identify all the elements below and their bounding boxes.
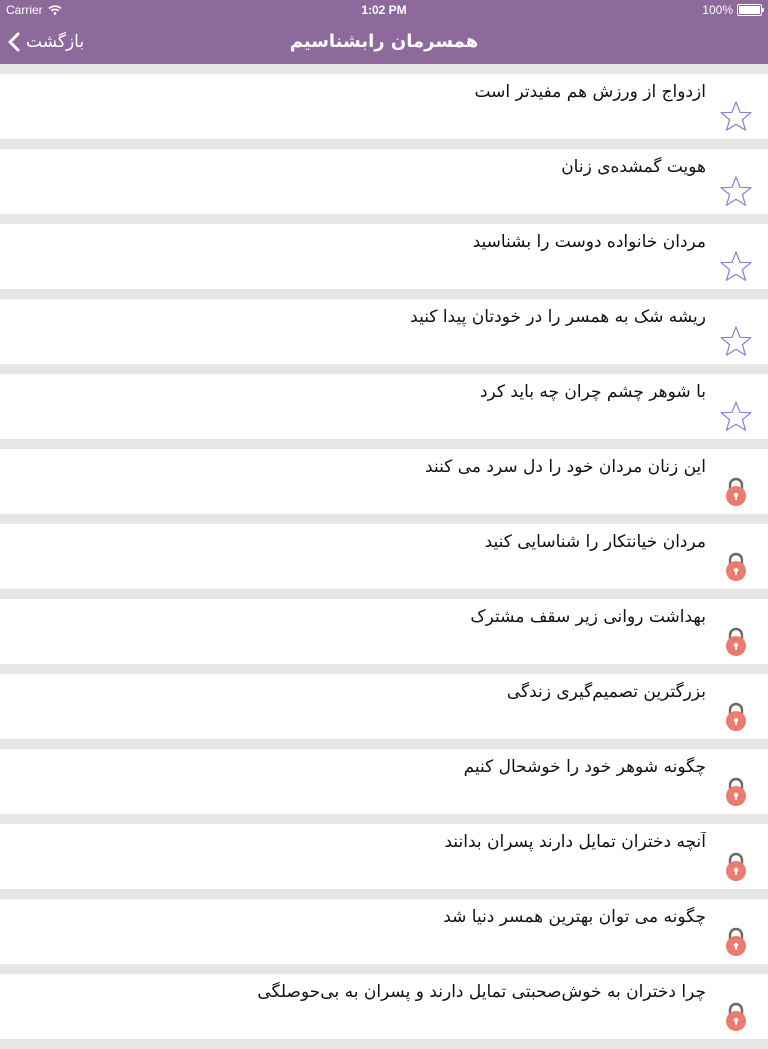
list-item[interactable]: بزرگترین تصمیم‌گیری زندگی [0, 674, 768, 739]
nav-bar: بازگشت همسرمان رابشناسیم [0, 20, 768, 64]
article-list: ازدواج از ورزش هم مفیدتر است هویت گمشده‌… [0, 74, 768, 1049]
lock-icon [720, 775, 752, 807]
lock-icon [720, 550, 752, 582]
lock-icon [720, 475, 752, 507]
list-item[interactable]: چگونه شوهر خود را خوشحال کنیم [0, 749, 768, 814]
list-item[interactable]: چرا دختران به خوش‌صحبتی تمایل دارند و پس… [0, 974, 768, 1039]
status-time: 1:02 PM [361, 3, 407, 17]
list-item[interactable]: مردان خیانتکار را شناسایی کنید [0, 524, 768, 589]
battery-label: 100% [702, 3, 733, 17]
list-item[interactable]: با شوهر چشم چران چه باید کرد [0, 374, 768, 439]
list-item-title: ازدواج از ورزش هم مفیدتر است [474, 82, 706, 102]
list-item-title: هویت گمشده‌ی زنان [561, 157, 706, 177]
star-outline-icon [720, 325, 752, 357]
list-item[interactable]: چگونه می توان بهترین همسر دنیا شد [0, 899, 768, 964]
list-item[interactable]: این زنان مردان خود را دل سرد می کنند [0, 449, 768, 514]
battery-icon [737, 4, 764, 16]
list-item-title: ریشه شک به همسر را در خودتان پیدا کنید [410, 307, 706, 327]
list-item-title: چگونه شوهر خود را خوشحال کنیم [463, 757, 706, 777]
list-item-title: بزرگترین تصمیم‌گیری زندگی [506, 682, 706, 702]
list-item-title: آنچه دختران تمایل دارند پسران بدانند [444, 832, 706, 852]
list-item-title: مردان خیانتکار را شناسایی کنید [484, 532, 706, 552]
list-item[interactable]: بهداشت روانی زیر سقف مشترک [0, 599, 768, 664]
lock-icon [720, 1000, 752, 1032]
list-item[interactable]: ازدواج از ورزش هم مفیدتر است [0, 74, 768, 139]
list-item[interactable]: مردان خانواده دوست را بشناسید [0, 224, 768, 289]
list-item-title: چرا دختران به خوش‌صحبتی تمایل دارند و پس… [257, 982, 706, 1002]
lock-icon [720, 625, 752, 657]
page-title: همسرمان رابشناسیم [289, 31, 479, 52]
star-outline-icon [720, 400, 752, 432]
star-outline-icon [720, 100, 752, 132]
list-item-title: بهداشت روانی زیر سقف مشترک [470, 607, 706, 627]
list-item-title: چگونه می توان بهترین همسر دنیا شد [443, 907, 706, 927]
list-item-title: این زنان مردان خود را دل سرد می کنند [425, 457, 706, 477]
star-outline-icon [720, 175, 752, 207]
status-bar: Carrier 1:02 PM 100% [0, 0, 768, 20]
list-item[interactable]: هویت گمشده‌ی زنان [0, 149, 768, 214]
lock-icon [720, 850, 752, 882]
list-item[interactable]: آنچه دختران تمایل دارند پسران بدانند [0, 824, 768, 889]
lock-icon [720, 925, 752, 957]
list-item[interactable]: ریشه شک به همسر را در خودتان پیدا کنید [0, 299, 768, 364]
battery-indicator: 100% [702, 3, 764, 17]
list-item-title: مردان خانواده دوست را بشناسید [472, 232, 706, 252]
list-item-title: با شوهر چشم چران چه باید کرد [479, 382, 706, 402]
lock-icon [720, 700, 752, 732]
star-outline-icon [720, 250, 752, 282]
header: Carrier 1:02 PM 100% بازگشت همسرمان رابش… [0, 0, 768, 64]
